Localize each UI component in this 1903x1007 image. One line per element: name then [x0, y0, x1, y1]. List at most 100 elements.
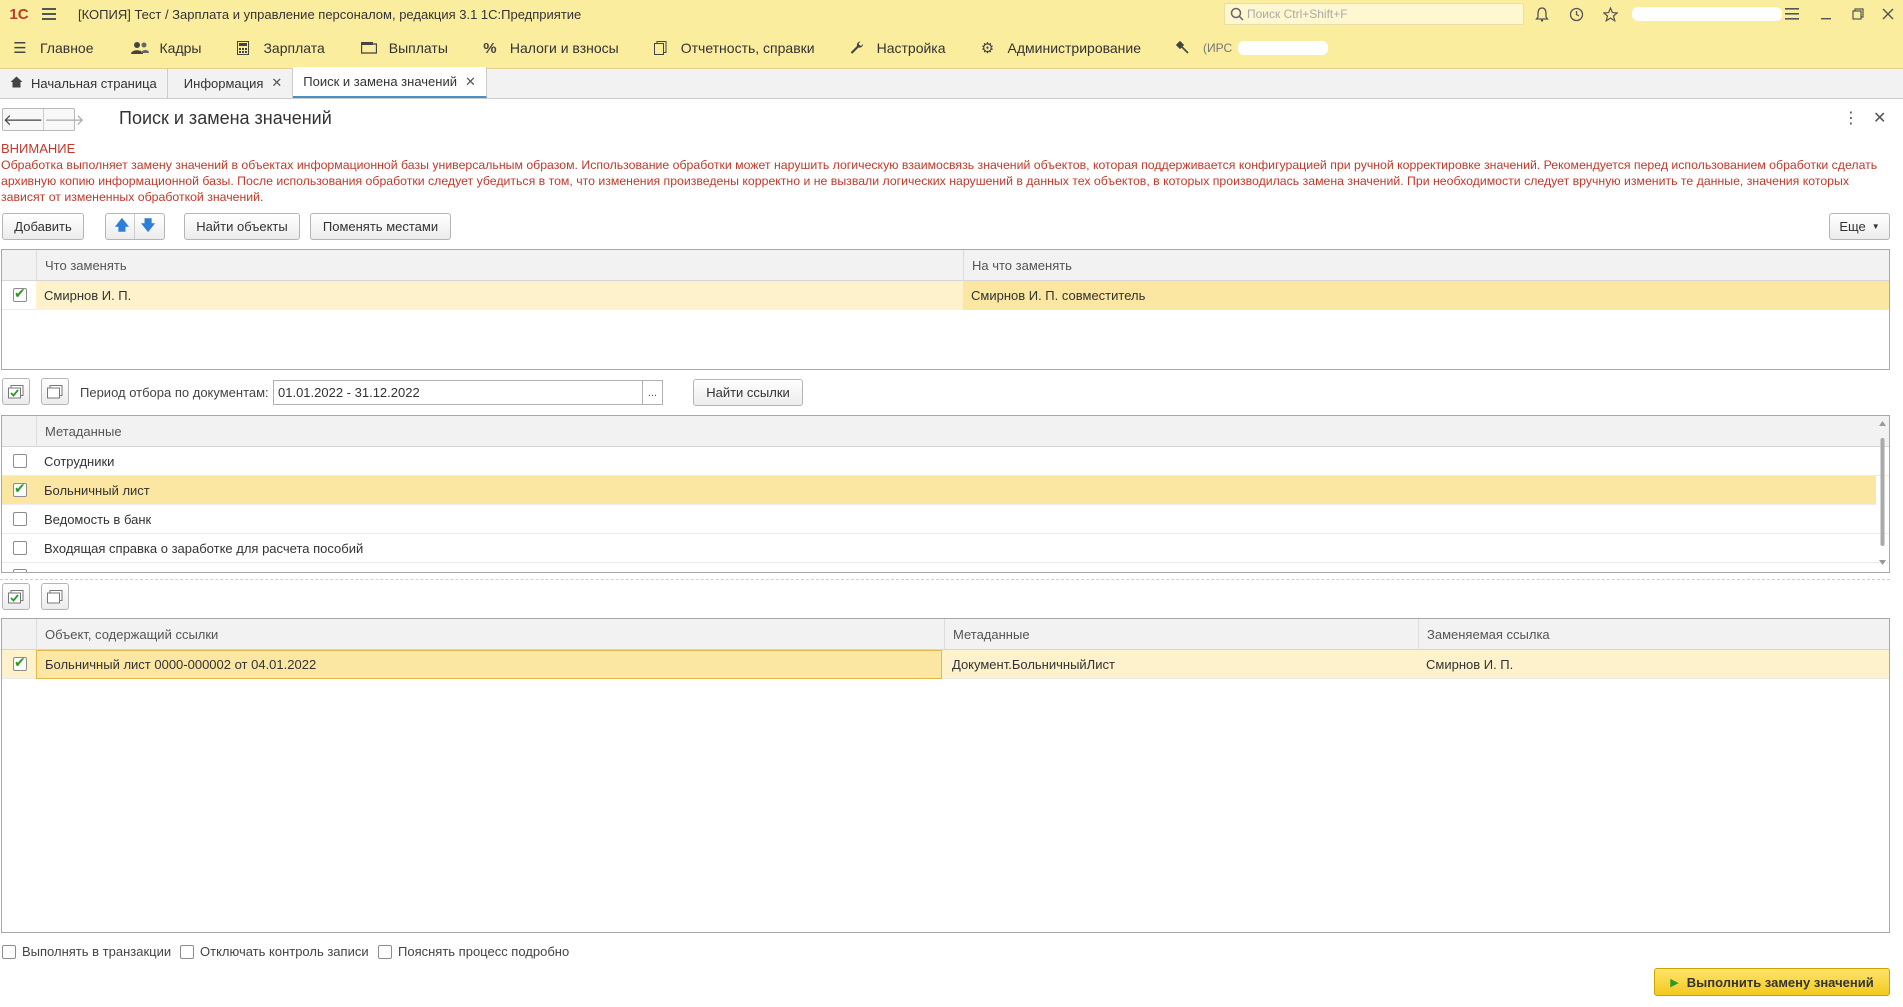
- row-checkbox[interactable]: [13, 454, 27, 468]
- tab-info-label: Информация: [183, 75, 264, 91]
- period-select-button[interactable]: ...: [642, 381, 662, 404]
- col-metadata[interactable]: Метаданные: [36, 416, 1876, 447]
- menu-settings-label: Настройка: [876, 40, 946, 56]
- move-buttons: 🡅 🡇: [105, 213, 165, 240]
- find-objects-button[interactable]: Найти объекты: [184, 213, 300, 240]
- link-object-cell[interactable]: Больничный лист 0000-000002 от 04.01.202…: [36, 650, 942, 679]
- star-icon[interactable]: [1600, 4, 1620, 24]
- run-replace-button[interactable]: ▶ Выполнить замену значений: [1654, 968, 1890, 996]
- swap-button[interactable]: Поменять местами: [310, 213, 451, 240]
- menu-hr-label: Кадры: [159, 40, 202, 56]
- uncheck-all-links-icon[interactable]: [41, 583, 69, 610]
- menu-settings[interactable]: Настройка: [825, 28, 956, 69]
- transaction-checkbox[interactable]: [2, 944, 16, 959]
- option-verbose[interactable]: Пояснять процесс подробно: [378, 944, 569, 959]
- open-tabs-bar: Начальная страница Информация ✕ Поиск и …: [0, 67, 1903, 99]
- back-arrow-icon[interactable]: 🡐: [3, 109, 43, 130]
- check-all-icon[interactable]: [2, 378, 30, 405]
- gear-icon: ⚙: [980, 40, 995, 57]
- metadata-name[interactable]: Больничный лист: [36, 476, 150, 505]
- menu-hr[interactable]: Кадры: [104, 28, 212, 69]
- row-checkbox[interactable]: [13, 285, 27, 302]
- menu-payments[interactable]: Выплаты: [335, 28, 458, 69]
- tab-search-replace[interactable]: Поиск и замена значений ✕: [293, 67, 487, 98]
- bell-icon[interactable]: [1532, 4, 1552, 24]
- table-row[interactable]: Входящая справка о заработке для расчета…: [2, 534, 1889, 563]
- col-to[interactable]: На что заменять: [963, 250, 1889, 281]
- row-checkbox[interactable]: [13, 480, 27, 497]
- period-input[interactable]: 01.01.2022 - 31.12.2022 ...: [273, 380, 663, 405]
- more-dropdown-button[interactable]: Еще ▼: [1829, 213, 1890, 240]
- settings-menu-icon[interactable]: [1782, 4, 1802, 24]
- col-object[interactable]: Объект, содержащий ссылки: [36, 619, 944, 650]
- add-button[interactable]: Добавить: [2, 213, 84, 240]
- option-disable-control[interactable]: Отключать контроль записи: [180, 944, 369, 959]
- tab-info[interactable]: Информация ✕: [168, 68, 294, 98]
- metadata-name[interactable]: Сотрудники: [36, 447, 114, 476]
- dropdown-caret-icon: ▼: [1871, 222, 1880, 231]
- replace-what-cell[interactable]: Смирнов И. П.: [36, 281, 963, 310]
- row-checkbox[interactable]: [13, 541, 27, 555]
- menu-reports-label: Отчетность, справки: [680, 40, 815, 56]
- transaction-label: Выполнять в транзакции: [22, 944, 172, 959]
- menu-salary[interactable]: Зарплата: [211, 28, 334, 69]
- home-icon: [10, 76, 23, 91]
- menu-taxes-label: Налоги и взносы: [509, 40, 619, 56]
- table-row[interactable]: Ведомость в банк: [2, 505, 1889, 534]
- disable-control-label: Отключать контроль записи: [200, 944, 369, 959]
- check-all-links-icon[interactable]: [2, 583, 30, 610]
- tab-search-replace-close-icon[interactable]: ✕: [465, 74, 476, 90]
- move-down-arrow-icon[interactable]: 🡇: [141, 215, 155, 239]
- replace-table: Что заменять На что заменять Смирнов И. …: [1, 249, 1890, 370]
- menu-admin[interactable]: ⚙ Администрирование: [956, 28, 1152, 69]
- table-row[interactable]: Смирнов И. П. Смирнов И. П. совместитель: [2, 281, 1889, 310]
- form-more-icon[interactable]: ⋮: [1843, 108, 1859, 128]
- close-window-icon[interactable]: [1878, 4, 1898, 24]
- link-meta-cell[interactable]: Документ.БольничныйЛист: [944, 650, 1115, 679]
- restore-icon[interactable]: [1848, 4, 1868, 24]
- option-transaction[interactable]: Выполнять в транзакции: [2, 944, 171, 959]
- main-menu-icon[interactable]: [38, 0, 60, 28]
- tab-home[interactable]: Начальная страница: [0, 68, 168, 98]
- menu-reports[interactable]: Отчетность, справки: [629, 28, 825, 69]
- table-row-partial[interactable]: [2, 563, 1889, 572]
- col-what[interactable]: Что заменять: [36, 250, 963, 281]
- form-close-icon[interactable]: ✕: [1873, 108, 1886, 128]
- uncheck-all-icon[interactable]: [41, 378, 69, 405]
- table-row[interactable]: Больничный лист: [2, 476, 1876, 505]
- col-replaced-link[interactable]: Заменяемая ссылка: [1418, 619, 1889, 650]
- move-up-arrow-icon[interactable]: 🡅: [115, 215, 129, 239]
- row-checkbox[interactable]: [13, 569, 27, 572]
- replace-table-header: Что заменять На что заменять: [2, 250, 1889, 281]
- warning-text: Обработка выполняет замену значений в об…: [1, 158, 1878, 204]
- metadata-scrollbar[interactable]: [1877, 418, 1888, 568]
- link-ref-cell[interactable]: Смирнов И. П.: [1418, 650, 1513, 679]
- menu-taxes[interactable]: % Налоги и взносы: [458, 28, 629, 69]
- tool-icon: [1173, 41, 1193, 55]
- menu-main[interactable]: ☰ Главное: [0, 28, 104, 69]
- verbose-checkbox[interactable]: [378, 944, 392, 959]
- col-link-metadata[interactable]: Метаданные: [944, 619, 1418, 650]
- replace-to-cell[interactable]: Смирнов И. П. совместитель: [963, 281, 1889, 310]
- splitter[interactable]: [0, 579, 1890, 580]
- minimize-icon[interactable]: [1816, 4, 1836, 24]
- table-row[interactable]: Больничный лист 0000-000002 от 04.01.202…: [2, 650, 1889, 679]
- wrench-icon: [847, 41, 867, 55]
- row-checkbox[interactable]: [13, 654, 27, 671]
- menu-extra[interactable]: (ИРС: [1151, 28, 1338, 69]
- calculator-icon: [233, 41, 253, 55]
- find-links-button[interactable]: Найти ссылки: [693, 379, 803, 406]
- disable-control-checkbox[interactable]: [180, 944, 194, 959]
- verbose-label: Пояснять процесс подробно: [398, 944, 570, 959]
- forward-arrow-icon[interactable]: 🡒: [43, 109, 84, 130]
- history-icon[interactable]: [1566, 4, 1586, 24]
- tab-info-close-icon[interactable]: ✕: [271, 75, 282, 91]
- menu-salary-label: Зарплата: [263, 40, 325, 56]
- table-row[interactable]: Сотрудники: [2, 447, 1889, 476]
- app-logo[interactable]: 1С: [0, 0, 38, 28]
- row-checkbox[interactable]: [13, 512, 27, 526]
- global-search-input[interactable]: Поиск Ctrl+Shift+F: [1224, 3, 1524, 25]
- menu-extra-redacted: [1238, 41, 1329, 55]
- metadata-name[interactable]: Входящая справка о заработке для расчета…: [36, 534, 363, 563]
- metadata-name[interactable]: Ведомость в банк: [36, 505, 151, 534]
